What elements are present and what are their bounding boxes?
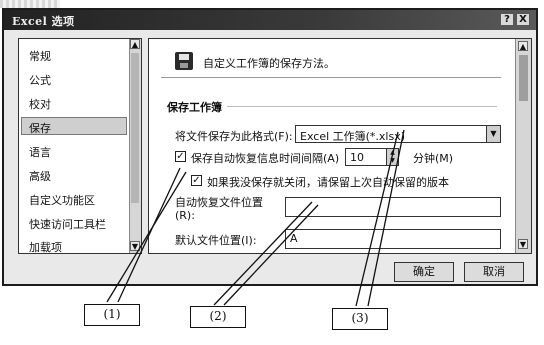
leader-3-a [355,131,399,307]
leader-2-a [213,201,313,306]
callout-3: (3) [332,308,388,330]
leader-1-b [117,167,181,303]
callout-leader-lines [106,129,405,307]
leader-1-a [106,171,187,303]
callout-1: (1) [84,304,140,326]
callout-2: (2) [190,306,246,328]
leader-3-b [367,129,405,307]
leader-2-b [223,204,319,306]
